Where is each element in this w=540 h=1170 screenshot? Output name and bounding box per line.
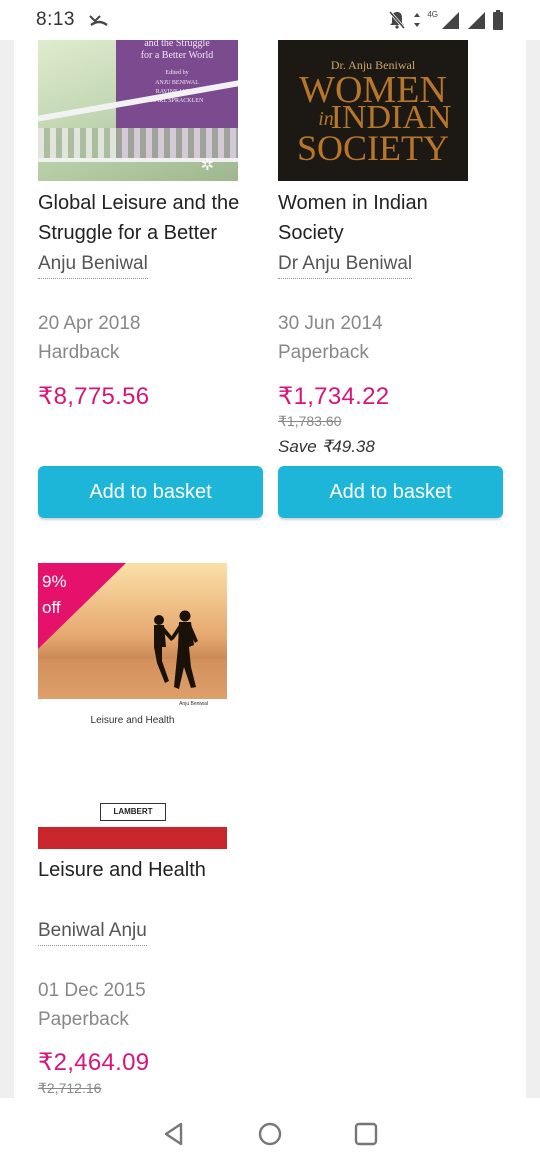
mute-bell-icon: [389, 11, 406, 29]
product-list[interactable]: and the Struggle for a Better World Edit…: [14, 40, 526, 1098]
status-icons: 4G: [387, 10, 504, 30]
book-format: Paperback: [278, 342, 369, 363]
product-author[interactable]: Dr Anju Beniwal: [278, 253, 413, 279]
recents-icon[interactable]: [353, 1121, 379, 1147]
publication-date: 20 Apr 2018: [38, 313, 141, 334]
book-cover-image[interactable]: 9% off Anju Beniwal Leisure and Health L…: [38, 563, 227, 849]
cover-red-bar: [38, 827, 227, 849]
cover-text: Anju Beniwal: [179, 701, 208, 707]
cover-text: for a Better World: [140, 50, 214, 61]
navigation-bar: [0, 1098, 540, 1170]
add-to-basket-button[interactable]: Add to basket: [38, 466, 263, 518]
book-format: Paperback: [38, 1009, 129, 1030]
product-title-line: Women in Indian: [278, 192, 428, 214]
publication-date: 01 Dec 2015: [38, 980, 146, 1001]
cover-text: SOCIETY: [297, 128, 449, 168]
back-icon[interactable]: [161, 1121, 187, 1147]
data-arrows-icon: [414, 13, 421, 27]
product-title[interactable]: Women in Indian Society: [278, 188, 508, 248]
signal-icon: [442, 12, 459, 29]
product-price: ₹2,464.09: [38, 1049, 150, 1076]
status-time: 8:13: [36, 9, 75, 30]
add-to-basket-button[interactable]: Add to basket: [278, 466, 503, 518]
product-title[interactable]: Global Leisure and the Struggle for a Be…: [38, 188, 268, 248]
cover-railing: [38, 128, 238, 158]
product-title-line: Society: [278, 222, 344, 244]
cover-text: Leisure and Health: [90, 715, 175, 726]
discount-percent: 9%: [42, 572, 67, 591]
publisher-logo-icon: ✲: [200, 157, 214, 174]
cover-text: and the Struggle: [144, 40, 210, 49]
product-author[interactable]: Anju Beniwal: [38, 253, 148, 279]
publication-date: 30 Jun 2014: [278, 313, 383, 334]
cover-text: Edited by: [165, 70, 189, 76]
book-format: Hardback: [38, 342, 120, 363]
home-icon[interactable]: [257, 1121, 283, 1147]
discount-label: off: [42, 598, 61, 617]
original-price: ₹2,712.16: [38, 1080, 102, 1096]
product-price: ₹1,734.22: [278, 383, 390, 410]
product-title-line: Struggle for a Better: [38, 222, 217, 244]
product-title[interactable]: Leisure and Health: [38, 855, 268, 885]
publisher-logo: LAMBERT: [100, 803, 166, 821]
book-cover-image[interactable]: Dr. Anju Beniwal WOMEN in INDIAN SOCIETY: [278, 40, 468, 181]
network-type: 4G: [427, 9, 438, 19]
missed-call-icon: [89, 15, 108, 26]
discount-badge-text: 9% off: [42, 569, 67, 621]
savings-amount: Save ₹49.38: [278, 437, 375, 456]
product-price: ₹8,775.56: [38, 383, 150, 410]
book-cover-image[interactable]: and the Struggle for a Better World Edit…: [38, 40, 238, 181]
signal-icon: [468, 12, 485, 29]
product-author[interactable]: Beniwal Anju: [38, 920, 147, 946]
original-price: ₹1,783.60: [278, 413, 342, 429]
battery-icon: [493, 10, 503, 30]
product-title-line: Global Leisure and the: [38, 192, 240, 214]
status-bar: 8:13 4G: [0, 0, 540, 40]
